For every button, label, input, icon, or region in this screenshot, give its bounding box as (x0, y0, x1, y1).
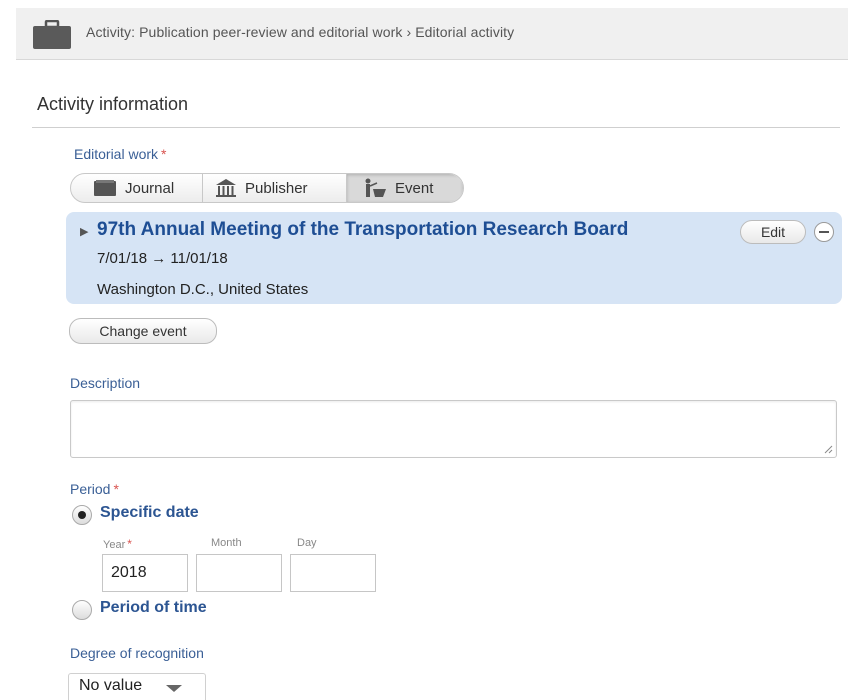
year-label: Year * (103, 537, 132, 551)
radio-specific-date-label[interactable]: Specific date (100, 504, 199, 522)
minus-icon (819, 231, 829, 233)
month-input[interactable] (196, 554, 282, 592)
event-title[interactable]: 97th Annual Meeting of the Transportatio… (97, 219, 628, 241)
required-marker: * (113, 481, 119, 497)
briefcase-icon (33, 20, 71, 49)
breadcrumb-current: Editorial activity (415, 24, 515, 40)
required-marker: * (127, 537, 132, 551)
recognition-selected-value: No value (79, 677, 143, 694)
radio-period-of-time-label[interactable]: Period of time (100, 599, 207, 617)
recognition-select[interactable]: No value (68, 673, 206, 700)
type-option-journal[interactable]: Journal (71, 174, 203, 202)
change-event-button[interactable]: Change event (69, 318, 217, 344)
editorial-work-label-text: Editorial work (74, 146, 159, 162)
type-option-publisher-label: Publisher (245, 179, 308, 197)
selected-event-card: ▶ 97th Annual Meeting of the Transportat… (66, 212, 842, 304)
editorial-work-type-selector: Journal Publisher Event (70, 173, 464, 203)
radio-selected-dot (78, 511, 86, 519)
type-option-event[interactable]: Event (347, 174, 463, 202)
required-marker: * (161, 146, 167, 162)
remove-event-button[interactable] (814, 222, 834, 242)
resize-handle-icon[interactable] (823, 444, 833, 454)
event-dates: 7/01/18 → 11/01/18 (97, 250, 228, 267)
year-value: 2018 (111, 564, 147, 581)
breadcrumb-separator: › (406, 24, 412, 40)
type-option-journal-label: Journal (125, 179, 175, 197)
year-input[interactable]: 2018 (102, 554, 188, 592)
event-icon (365, 178, 386, 197)
section-divider (32, 127, 840, 128)
publisher-icon (216, 179, 236, 197)
edit-event-button[interactable]: Edit (740, 220, 806, 244)
day-label: Day (297, 537, 317, 549)
section-title: Activity information (37, 94, 189, 114)
period-label-text: Period (70, 481, 111, 497)
radio-period-of-time[interactable] (72, 600, 92, 620)
editorial-work-label: Editorial work * (74, 146, 166, 162)
journal-icon (94, 180, 116, 196)
type-option-event-label: Event (395, 179, 434, 197)
description-textarea[interactable] (70, 400, 837, 458)
breadcrumb-parent[interactable]: Activity: Publication peer-review and ed… (86, 24, 402, 40)
period-label: Period * (70, 481, 119, 497)
day-input[interactable] (290, 554, 376, 592)
breadcrumb: Activity: Publication peer-review and ed… (86, 24, 514, 40)
description-label: Description (70, 375, 141, 391)
event-location: Washington D.C., United States (97, 281, 309, 298)
expand-triangle-icon[interactable]: ▶ (80, 225, 88, 238)
radio-specific-date[interactable] (72, 505, 92, 525)
recognition-label: Degree of recognition (70, 645, 204, 661)
month-label: Month (211, 537, 242, 549)
year-label-text: Year (103, 539, 126, 551)
page-header: Activity: Publication peer-review and ed… (16, 8, 848, 60)
type-option-publisher[interactable]: Publisher (203, 174, 347, 202)
chevron-down-icon (166, 685, 182, 692)
